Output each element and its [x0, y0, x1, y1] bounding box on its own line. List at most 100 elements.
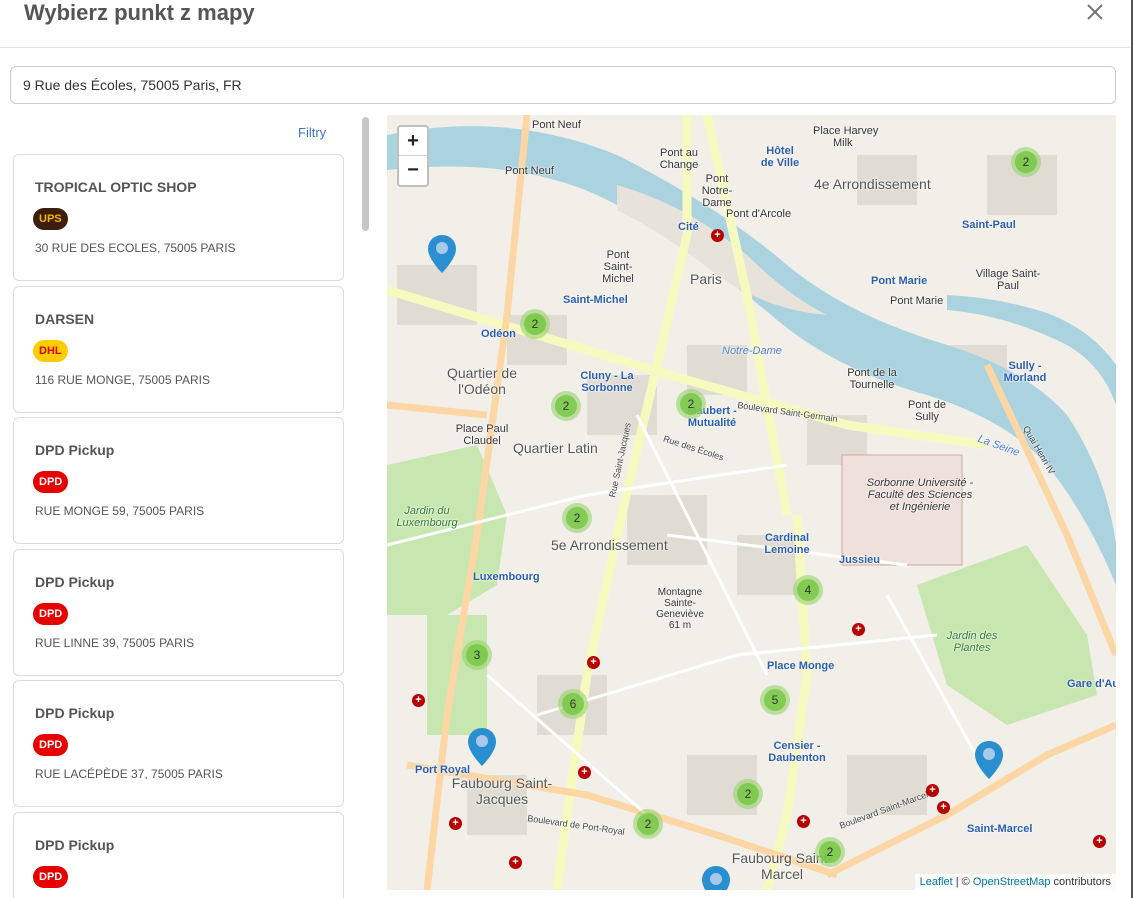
close-icon [1087, 4, 1103, 20]
map-label: Cardinal Lemoine [764, 532, 810, 556]
marker-cluster[interactable]: 2 [815, 837, 845, 867]
map-pin-icon[interactable] [701, 865, 731, 890]
hospital-icon: + [711, 229, 724, 242]
filters-link[interactable]: Filtry [298, 125, 326, 140]
marker-cluster[interactable]: 2 [1011, 147, 1041, 177]
map-label: Place Harvey [813, 125, 879, 137]
pickup-point-address: RUE LINNE 39, 75005 PARIS [35, 636, 195, 650]
map-label: Odéon [481, 328, 516, 340]
marker-cluster[interactable]: 4 [793, 575, 823, 605]
pickup-point-card[interactable]: DARSEN DHL 116 RUE MONGE, 75005 PARIS [13, 286, 344, 413]
scrollbar-thumb[interactable] [362, 117, 369, 231]
map-attribution: Leaflet | © OpenStreetMap contributors [914, 874, 1116, 890]
map-label: Cité [678, 221, 699, 233]
map-label: Place Paul Claudel [455, 423, 509, 447]
pickup-point-card[interactable]: DPD Pickup DPD RUE LINNE 39, 75005 PARIS [13, 549, 344, 676]
map-label: Pont Saint-Michel [602, 249, 634, 285]
cluster-count: 5 [764, 689, 786, 711]
pickup-point-name: DARSEN [35, 311, 95, 327]
map-pin-icon[interactable] [427, 234, 457, 274]
pickup-point-card[interactable]: DPD Pickup DPD RUE LACÉPÈDE 37, 75005 PA… [13, 680, 344, 807]
map-label: Pont de Sully [908, 399, 946, 423]
pickup-point-card[interactable]: DPD Pickup DPD RUE MONGE 59, 75005 PARIS [13, 417, 344, 544]
map-pin-icon[interactable] [974, 740, 1004, 780]
map-label: Quartier Latin [513, 440, 598, 456]
map-label: Pont Marie [871, 275, 928, 287]
cluster-count: 2 [1015, 151, 1037, 173]
marker-cluster[interactable]: 3 [462, 640, 492, 670]
pickup-point-name: DPD Pickup [35, 442, 115, 458]
leaflet-link[interactable]: Leaflet [920, 876, 953, 888]
marker-cluster[interactable]: 5 [760, 685, 790, 715]
osm-link[interactable]: OpenStreetMap [973, 876, 1051, 888]
attribution-separator: | © [952, 876, 973, 888]
map-label: Pont Neuf [505, 165, 554, 177]
cluster-count: 6 [562, 693, 584, 715]
map-label: Gare d'Au [1067, 678, 1116, 690]
cluster-count: 4 [797, 579, 819, 601]
map-label: Jardin des Plantes [946, 630, 998, 654]
map-label: Quartier de l'Odéon [446, 365, 518, 397]
zoom-out-button[interactable]: − [399, 156, 427, 185]
pickup-point-name: TROPICAL OPTIC SHOP [35, 179, 197, 195]
map-label: Pont Neuf [532, 119, 581, 131]
cluster-count: 2 [819, 841, 841, 863]
carrier-badge: DPD [33, 734, 69, 756]
map-label: Pont de la Tournelle [847, 367, 897, 391]
pickup-point-address: RUE MONGE 59, 75005 PARIS [35, 504, 205, 518]
marker-cluster[interactable]: 2 [676, 389, 706, 419]
pickup-point-address: 30 RUE DES ECOLES, 75005 PARIS [35, 241, 236, 255]
map-label: Pont Notre-Dame [701, 173, 733, 209]
pickup-point-address: 116 RUE MONGE, 75005 PARIS [35, 373, 210, 387]
zoom-in-button[interactable]: + [399, 127, 427, 156]
hospital-icon: + [587, 656, 600, 669]
map-label: Notre-Dame [722, 345, 782, 357]
dialog-header: Wybierz punkt z mapy [0, 0, 1133, 48]
carrier-badge: DHL [33, 340, 68, 362]
map-label: Faubourg Saint-Jacques [451, 775, 553, 807]
marker-cluster[interactable]: 2 [733, 779, 763, 809]
marker-cluster[interactable]: 2 [633, 809, 663, 839]
pickup-point-card[interactable]: DPD Pickup DPD [13, 812, 344, 898]
hospital-icon: + [852, 623, 865, 636]
hospital-icon: + [937, 801, 950, 814]
cluster-count: 2 [555, 395, 577, 417]
map-view[interactable]: Pont Neuf Pont Neuf Place Harvey Milk Hô… [387, 115, 1116, 890]
map-label: Pont Marie [890, 295, 944, 307]
attribution-suffix: contributors [1050, 876, 1111, 888]
map-label: Paris [690, 271, 722, 287]
map-label: Milk [833, 137, 853, 149]
hospital-icon: + [1093, 835, 1106, 848]
pickup-point-name: DPD Pickup [35, 574, 115, 590]
map-label: Hôtel de Ville [760, 145, 800, 169]
map-label: Luxembourg [473, 571, 540, 583]
hospital-icon: + [449, 817, 462, 830]
map-label: Jardin du Luxembourg [396, 505, 458, 529]
map-label: Village Saint-Paul [975, 268, 1041, 292]
map-label: Cluny - La Sorbonne [580, 370, 634, 394]
hospital-icon: + [412, 694, 425, 707]
close-button[interactable] [1083, 0, 1107, 24]
pickup-point-card[interactable]: TROPICAL OPTIC SHOP UPS 30 RUE DES ECOLE… [13, 154, 344, 281]
map-label: Saint-Paul [962, 219, 1016, 231]
list-scrollbar[interactable] [361, 117, 370, 890]
map-label: Censier - Daubenton [768, 740, 826, 764]
marker-cluster[interactable]: 2 [520, 309, 550, 339]
map-label: Place Monge [767, 660, 835, 672]
map-pin-icon[interactable] [467, 727, 497, 767]
zoom-control: + − [397, 125, 429, 187]
hospital-icon: + [509, 856, 522, 869]
hospital-icon: + [797, 815, 810, 828]
dialog-title: Wybierz punkt z mapy [24, 0, 255, 25]
marker-cluster[interactable]: 2 [551, 391, 581, 421]
map-label: Jussieu [839, 554, 880, 566]
hospital-icon: + [926, 784, 939, 797]
marker-cluster[interactable]: 6 [558, 689, 588, 719]
address-search-input[interactable] [10, 66, 1116, 104]
pickup-point-name: DPD Pickup [35, 705, 115, 721]
pickup-point-dialog: Wybierz punkt z mapy Filtry TROPICAL OPT… [0, 0, 1133, 898]
map-label: Pont d'Arcole [726, 208, 792, 220]
map-label: Pont au Change [659, 147, 699, 171]
marker-cluster[interactable]: 2 [562, 503, 592, 533]
cluster-count: 2 [524, 313, 546, 335]
